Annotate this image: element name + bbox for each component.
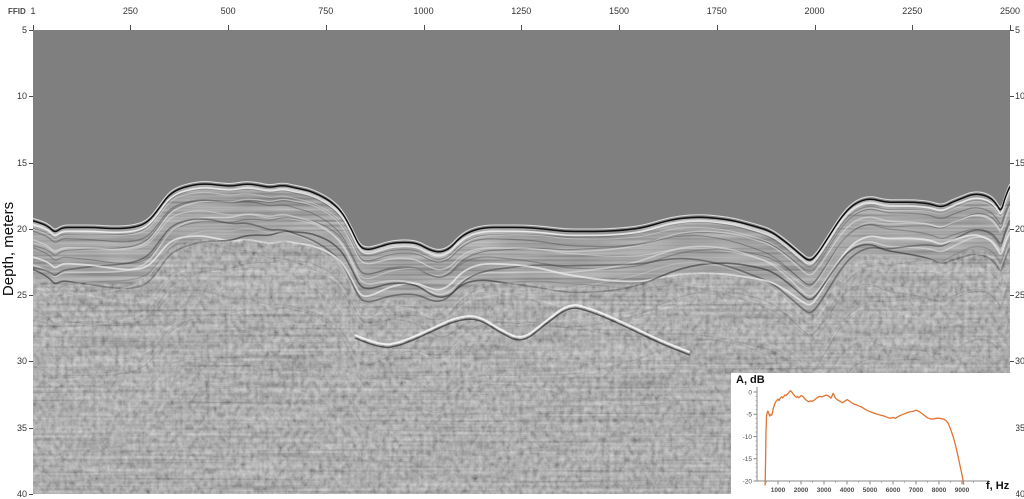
depth-tick-label: 15 <box>1015 158 1024 168</box>
inset-x-tick-label: 4000 <box>840 487 855 494</box>
depth-tick-label: 20 <box>0 224 27 234</box>
page-root: FFID 12505007501000125015001750200022502… <box>0 0 1024 499</box>
depth-tick-label: 5 <box>0 25 27 35</box>
ffid-tick-label: 1 <box>30 6 35 16</box>
ffid-tick-label: 2000 <box>805 6 825 16</box>
ffid-tick-label: 1750 <box>707 6 727 16</box>
depth-tick <box>1010 30 1014 31</box>
ffid-tick-label: 1250 <box>511 6 531 16</box>
depth-tick-label: 25 <box>0 290 27 300</box>
depth-tick <box>1010 361 1014 362</box>
depth-tick-label: 20 <box>1015 224 1024 234</box>
ffid-tick-label: 250 <box>123 6 138 16</box>
depth-tick-label: 30 <box>1015 356 1024 366</box>
inset-y-tick-label: -5 <box>746 412 752 419</box>
inset-x-tick-label: 6000 <box>886 487 901 494</box>
depth-tick <box>1010 295 1014 296</box>
inset-x-tick-label: 9000 <box>955 487 970 494</box>
depth-tick <box>29 494 33 495</box>
inset-y-tick-label: 0 <box>748 389 752 396</box>
depth-tick-label: 35 <box>0 423 27 433</box>
depth-tick <box>1010 96 1014 97</box>
inset-x-tick-label: 7000 <box>909 487 924 494</box>
depth-tick <box>1010 163 1014 164</box>
ffid-axis-label: FFID <box>8 7 26 16</box>
inset-amplitude-label: A, dB <box>736 374 765 386</box>
ffid-tick-label: 500 <box>221 6 236 16</box>
inset-background <box>731 373 1016 496</box>
depth-tick-label: 30 <box>0 356 27 366</box>
ffid-tick-label: 2500 <box>1000 6 1020 16</box>
depth-tick-label: 25 <box>1015 290 1024 300</box>
inset-x-tick-label: 5000 <box>863 487 878 494</box>
depth-axis-label: Depth, meters <box>0 194 16 304</box>
inset-x-tick-label: 8000 <box>932 487 947 494</box>
ffid-tick-label: 750 <box>318 6 333 16</box>
depth-tick-label: 35 <box>1015 423 1024 433</box>
inset-x-tick-label: 2000 <box>794 487 809 494</box>
inset-y-tick-label: -10 <box>743 434 753 441</box>
inset-y-tick-label: -20 <box>743 478 753 485</box>
depth-tick-label: 5 <box>1015 25 1020 35</box>
inset-frequency-label: f, Hz <box>986 480 1009 492</box>
inset-svg: 0 -5 -10 -15 -20 1000 2000 3000 4000 5000 6000 7000… <box>731 373 1016 496</box>
ffid-tick-label: 1000 <box>414 6 434 16</box>
spectrum-inset: 0 -5 -10 -15 -20 1000 2000 3000 4000 5000 6000 7000… <box>731 373 1016 496</box>
ffid-tick-label: 2250 <box>902 6 922 16</box>
depth-tick-label: 10 <box>0 91 27 101</box>
depth-tick-label: 10 <box>1015 91 1024 101</box>
inset-x-tick-label: 3000 <box>817 487 832 494</box>
inset-x-tick-label: 1000 <box>771 487 786 494</box>
depth-tick-label: 40 <box>1015 489 1024 499</box>
ffid-tick-label: 1500 <box>609 6 629 16</box>
depth-tick-label: 15 <box>0 158 27 168</box>
inset-y-tick-label: -15 <box>743 456 753 463</box>
depth-tick <box>1010 229 1014 230</box>
depth-tick-label: 40 <box>0 489 27 499</box>
